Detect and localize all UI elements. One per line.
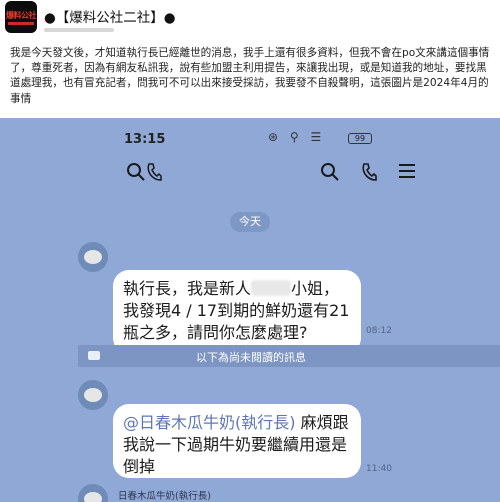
phone-icon: [146, 162, 162, 188]
search-icon[interactable]: [320, 162, 340, 188]
date-separator: 今天: [230, 212, 270, 232]
chat-screenshot-image[interactable]: 13:15 ⊛ ⚲ ☰ 99 今天 執行長，我是新人 小姐，我發現4 / 17到期…: [0, 118, 500, 502]
message-bubble: @日春木瓜牛奶(執行長) 麻煩跟我說一下過期牛奶要繼續用還是倒掉: [113, 404, 361, 478]
post-header: 爆料公社 ●【爆料公社二社】●: [0, 0, 500, 40]
sender-avatar: [78, 242, 108, 272]
chat-nav-row: [0, 162, 500, 192]
next-sender-name: 日春木瓜牛奶(執行長): [118, 491, 211, 502]
sender-avatar: [78, 380, 108, 410]
message-time: 08:12: [366, 326, 392, 336]
message-time: 11:40: [366, 464, 392, 474]
status-time: 13:15: [124, 132, 166, 147]
sender-avatar: [78, 484, 108, 502]
message-text-before: 執行長，我是新人: [123, 279, 252, 298]
post-meta-line: [44, 28, 114, 32]
phone-icon[interactable]: [360, 162, 378, 188]
message-bubble: 執行長，我是新人 小姐，我發現4 / 17到期的鮮奶還有21瓶之多，請問你怎麼處理…: [113, 270, 361, 354]
mention-tag[interactable]: @日春木瓜牛奶(執行長): [123, 413, 296, 432]
battery-icon: 99: [348, 133, 372, 144]
unread-label: 以下為尚未閱讀的訊息: [196, 351, 306, 364]
avatar-logo-bar: [8, 22, 34, 25]
redacted-name: [251, 280, 292, 296]
avatar-logo-text: 爆料公社: [6, 11, 37, 20]
unread-icon: [88, 351, 100, 360]
search-icon: [126, 162, 146, 188]
signal-wifi-icons: ⊛ ⚲ ☰: [268, 130, 326, 144]
post-text: 我是今天發文後，才知道執行長已經離世的消息，我手上還有很多資料，但我不會在po文…: [10, 47, 490, 105]
page-name[interactable]: ●【爆料公社二社】●: [44, 6, 176, 26]
phone-status-bar: 13:15 ⊛ ⚲ ☰ 99: [0, 118, 500, 158]
menu-icon[interactable]: [398, 162, 416, 186]
page-avatar[interactable]: 爆料公社: [5, 1, 37, 33]
